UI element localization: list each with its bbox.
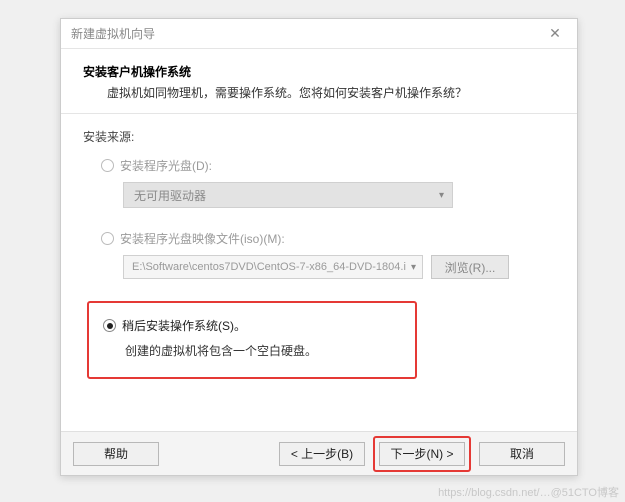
radio-installer-disc[interactable]: 安装程序光盘(D): (101, 157, 555, 174)
wizard-content: 安装来源: 安装程序光盘(D): 无可用驱动器 ▾ 安装程序光盘映像文件(iso… (61, 114, 577, 411)
cancel-button[interactable]: 取消 (479, 442, 565, 466)
chevron-down-icon: ▾ (439, 190, 444, 201)
wizard-footer: 帮助 < 上一步(B) 下一步(N) > 取消 (61, 431, 577, 475)
watermark-text: https://blog.csdn.net/…@51CTO博客 (438, 484, 619, 500)
browse-button[interactable]: 浏览(R)... (431, 255, 509, 279)
radio-label: 稍后安装操作系统(S)。 (122, 317, 246, 334)
titlebar: 新建虚拟机向导 ✕ (61, 19, 577, 49)
option-install-later: 稍后安装操作系统(S)。 创建的虚拟机将包含一个空白硬盘。 (101, 301, 555, 379)
radio-icon (101, 232, 114, 245)
wizard-header: 安装客户机操作系统 虚拟机如同物理机，需要操作系统。您将如何安装客户机操作系统？ (61, 49, 577, 114)
highlight-selected-option: 稍后安装操作系统(S)。 创建的虚拟机将包含一个空白硬盘。 (87, 301, 417, 379)
radio-label: 安装程序光盘映像文件(iso)(M): (120, 230, 285, 247)
iso-path-input[interactable]: E:\Software\centos7DVD\CentOS-7-x86_64-D… (123, 255, 423, 279)
chevron-down-icon: ▾ (411, 262, 416, 273)
help-button[interactable]: 帮助 (73, 442, 159, 466)
close-icon[interactable]: ✕ (541, 24, 569, 44)
back-button[interactable]: < 上一步(B) (279, 442, 365, 466)
radio-install-later[interactable]: 稍后安装操作系统(S)。 (103, 317, 401, 334)
highlight-next-button: 下一步(N) > (373, 436, 471, 472)
option-iso-file: 安装程序光盘映像文件(iso)(M): E:\Software\centos7D… (101, 230, 555, 279)
next-button[interactable]: 下一步(N) > (379, 442, 465, 466)
radio-iso-file[interactable]: 安装程序光盘映像文件(iso)(M): (101, 230, 555, 247)
disc-drive-dropdown[interactable]: 无可用驱动器 ▾ (123, 182, 453, 208)
install-later-note: 创建的虚拟机将包含一个空白硬盘。 (125, 342, 401, 359)
radio-icon (101, 159, 114, 172)
source-label: 安装来源: (83, 128, 555, 145)
page-subtitle: 虚拟机如同物理机，需要操作系统。您将如何安装客户机操作系统？ (83, 84, 555, 101)
radio-icon (103, 319, 116, 332)
dialog-title: 新建虚拟机向导 (71, 25, 155, 42)
wizard-dialog: 新建虚拟机向导 ✕ 安装客户机操作系统 虚拟机如同物理机，需要操作系统。您将如何… (60, 18, 578, 476)
radio-label: 安装程序光盘(D): (120, 157, 212, 174)
dropdown-value: 无可用驱动器 (134, 187, 206, 204)
page-title: 安装客户机操作系统 (83, 63, 555, 80)
option-installer-disc: 安装程序光盘(D): 无可用驱动器 ▾ (101, 157, 555, 208)
iso-path-value: E:\Software\centos7DVD\CentOS-7-x86_64-D… (132, 261, 406, 273)
